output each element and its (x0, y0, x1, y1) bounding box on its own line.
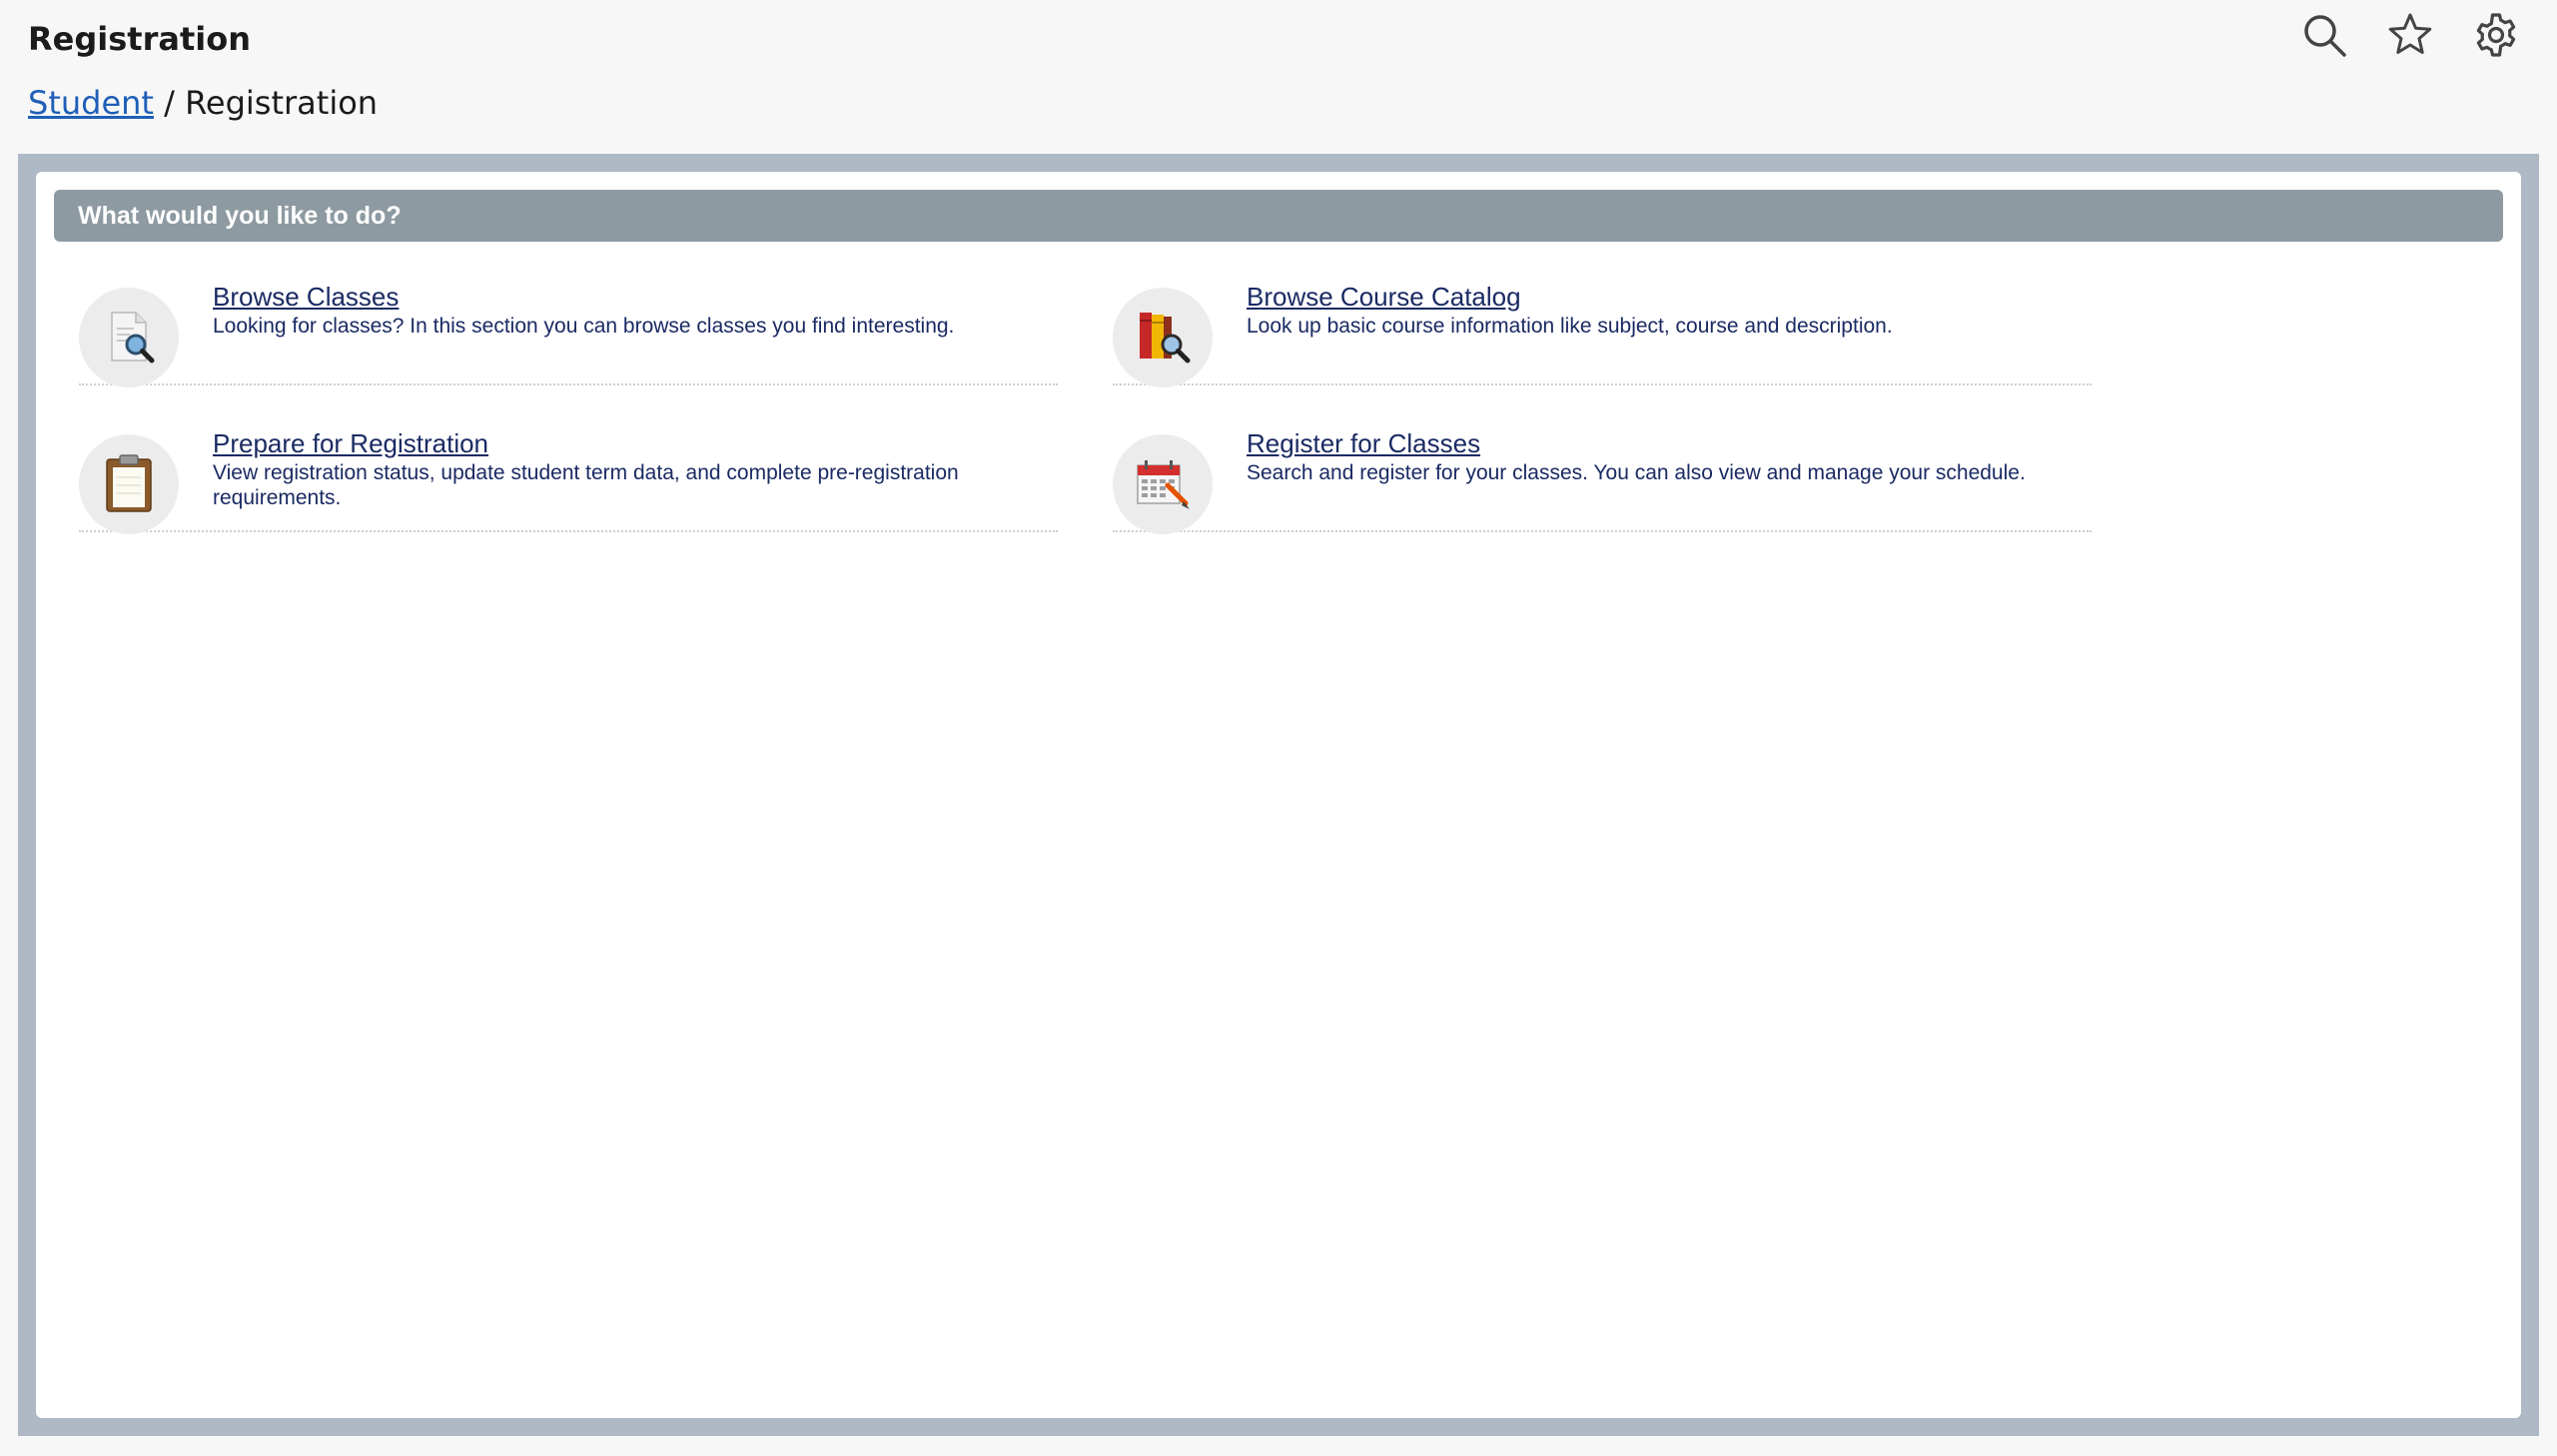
gear-icon[interactable] (2471, 10, 2521, 60)
option-register-for-classes: Register for Classes Search and register… (1113, 428, 2092, 534)
registration-panel: What would you like to do? Browse Classe… (36, 172, 2521, 1418)
register-for-classes-link[interactable]: Register for Classes (1247, 428, 1480, 459)
header-toolbar (2299, 10, 2521, 60)
option-prepare-for-registration: Prepare for Registration View registrati… (79, 428, 1058, 534)
page-header: Registration Student / Registration (0, 0, 2557, 128)
option-browse-course-catalog: Browse Course Catalog Look up basic cour… (1113, 282, 2092, 387)
breadcrumb: Student / Registration (28, 84, 378, 122)
panel-heading: What would you like to do? (54, 190, 2503, 242)
calendar-pencil-icon[interactable] (1113, 434, 1213, 534)
document-search-icon[interactable] (79, 288, 179, 387)
prepare-for-registration-description: View registration status, update student… (213, 461, 959, 509)
star-icon[interactable] (2385, 10, 2435, 60)
register-for-classes-description: Search and register for your classes. Yo… (1247, 461, 2026, 484)
breadcrumb-separator: / (164, 84, 175, 122)
page-title: Registration (28, 20, 251, 58)
breadcrumb-current: Registration (185, 84, 379, 122)
prepare-for-registration-link[interactable]: Prepare for Registration (213, 428, 488, 459)
option-browse-classes: Browse Classes Looking for classes? In t… (79, 282, 1058, 387)
book-search-icon[interactable] (1113, 288, 1213, 387)
search-icon[interactable] (2299, 10, 2349, 60)
clipboard-icon[interactable] (79, 434, 179, 534)
breadcrumb-student-link[interactable]: Student (28, 84, 154, 122)
browse-classes-description: Looking for classes? In this section you… (213, 315, 955, 338)
browse-course-catalog-link[interactable]: Browse Course Catalog (1247, 282, 1521, 313)
content-frame: What would you like to do? Browse Classe… (18, 154, 2539, 1436)
browse-classes-link[interactable]: Browse Classes (213, 282, 399, 313)
browse-course-catalog-description: Look up basic course information like su… (1247, 315, 1893, 338)
